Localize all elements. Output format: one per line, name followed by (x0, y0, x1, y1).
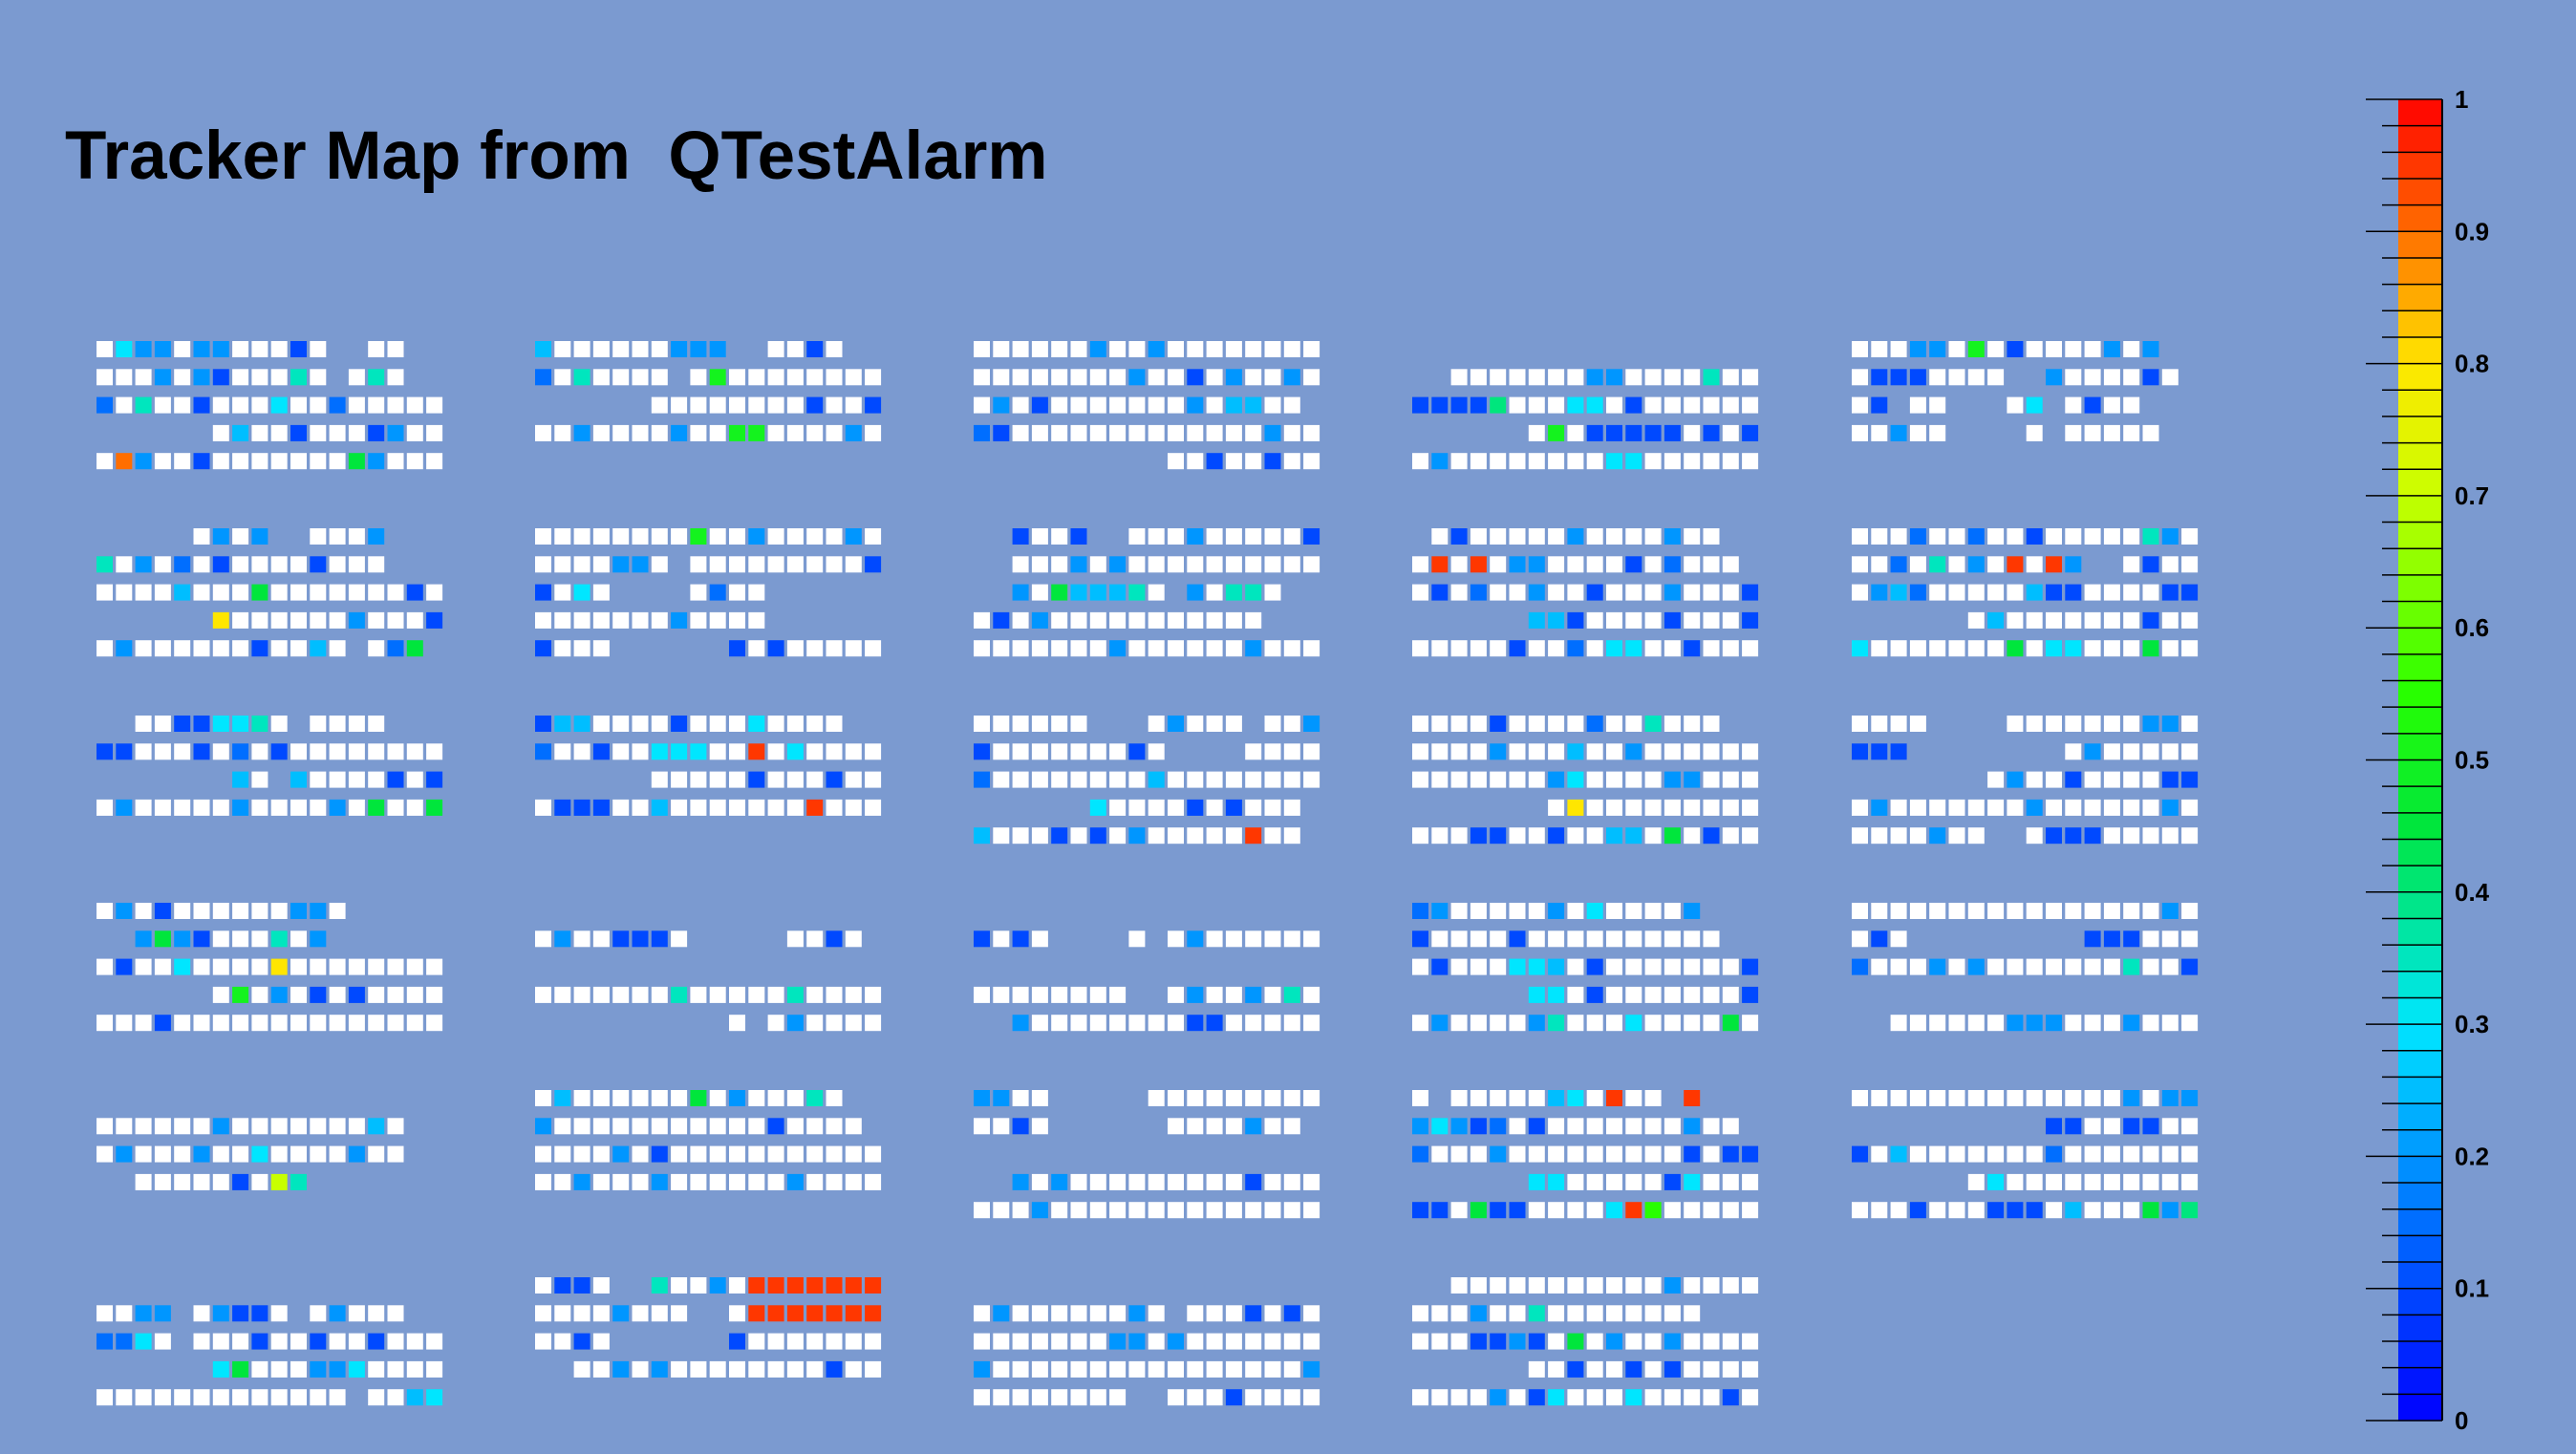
color-scale-band (2398, 336, 2442, 365)
color-scale-tick-label: 0.4 (2455, 878, 2490, 907)
color-scale-band (2398, 548, 2442, 576)
color-scale-band (2398, 866, 2442, 893)
color-scale-band (2398, 231, 2442, 259)
color-scale-band (2398, 99, 2442, 127)
color-scale-tick-label: 0.8 (2455, 350, 2489, 378)
color-scale-tick-label: 0.9 (2455, 217, 2489, 246)
color-scale-band (2398, 812, 2442, 841)
color-scale-band (2398, 495, 2442, 524)
color-scale-band (2398, 390, 2442, 417)
color-scale-tick-label: 0.2 (2455, 1142, 2489, 1170)
color-scale-band (2398, 1183, 2442, 1210)
color-scale-band (2398, 284, 2442, 311)
color-scale-band (2398, 918, 2442, 946)
color-scale-tick-label: 0.6 (2455, 613, 2489, 642)
color-scale-tick-label: 0.3 (2455, 1010, 2489, 1038)
color-scale-band (2398, 653, 2442, 682)
color-scale-tick-label: 0.1 (2455, 1274, 2489, 1303)
color-scale-band (2398, 1288, 2442, 1315)
color-scale-band (2398, 1208, 2442, 1236)
color-scale-band (2398, 1315, 2442, 1342)
color-scale-tick-label: 1 (2455, 85, 2468, 114)
color-scale-band (2398, 680, 2442, 708)
color-scale-band (2398, 891, 2442, 920)
color-scale-tick-label: 0.5 (2455, 746, 2489, 775)
color-scale-tick-label: 0 (2455, 1406, 2468, 1435)
color-scale-band (2398, 1235, 2442, 1263)
color-scale-band (2398, 363, 2442, 391)
color-scale-band (2398, 707, 2442, 735)
color-scale-band (2398, 416, 2442, 444)
color-scale-band (2398, 945, 2442, 973)
color-scale-band (2398, 1103, 2442, 1131)
color-scale-band (2398, 997, 2442, 1025)
color-scale-band (2398, 1077, 2442, 1104)
color-scale-band (2398, 1024, 2442, 1052)
color-scale-band (2398, 628, 2442, 655)
color-scale-band (2398, 178, 2442, 206)
color-scale-band (2398, 310, 2442, 338)
color-scale-band (2398, 1341, 2442, 1369)
color-scale-band (2398, 1156, 2442, 1184)
color-scale-band (2398, 469, 2442, 497)
color-scale-band (2398, 574, 2442, 603)
color-scale-band (2398, 442, 2442, 470)
color-scale-band (2398, 1262, 2442, 1290)
color-scale-band (2398, 733, 2442, 761)
color-scale-band (2398, 1394, 2442, 1422)
color-scale-band (2398, 759, 2442, 787)
color-scale-band (2398, 152, 2442, 180)
color-scale-band (2398, 125, 2442, 153)
color-scale-band (2398, 839, 2442, 866)
color-scale-band (2398, 601, 2442, 629)
tracker-map-canvas: Tracker Map from QTestAlarm 0 0.1 0.2 0.3 0.… (0, 0, 2576, 1454)
color-scale-band (2398, 786, 2442, 814)
color-scale-band (2398, 1129, 2442, 1157)
color-scale-band (2398, 204, 2442, 232)
color-scale-band (2398, 257, 2442, 286)
color-scale-band (2398, 1050, 2442, 1079)
color-scale-band (2398, 971, 2442, 999)
color-scale-tick-label: 0.7 (2455, 481, 2489, 510)
color-scale: 0 0.1 0.2 0.3 0.4 0.5 0.6 0.7 0.8 0.9 1 (2366, 85, 2490, 1435)
color-scale-band (2398, 522, 2442, 549)
color-scale-band (2398, 1367, 2442, 1395)
